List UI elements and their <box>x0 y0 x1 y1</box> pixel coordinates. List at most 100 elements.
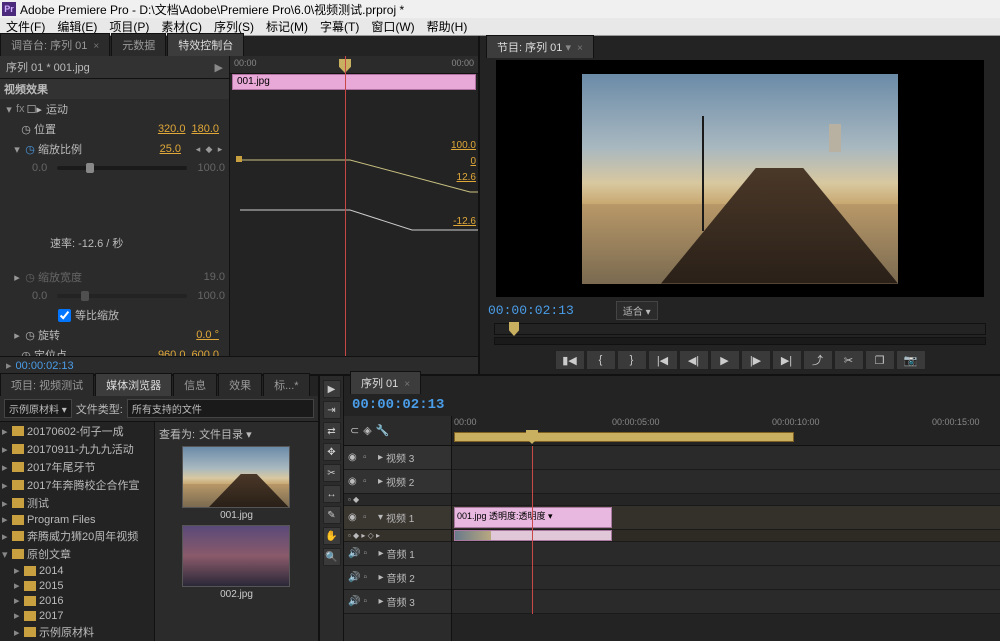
track-select-tool[interactable]: ⇥ <box>323 401 341 419</box>
next-key-icon[interactable]: ▸ <box>215 143 225 155</box>
stopwatch-icon[interactable]: ◷ <box>24 329 36 342</box>
tab-project[interactable]: 项目: 视频测试 <box>0 373 94 396</box>
ec-motion-row[interactable]: ▾ fx ☐▸ 运动 <box>0 99 229 119</box>
menu-marker[interactable]: 标记(M) <box>260 18 314 35</box>
tab-audio-mixer[interactable]: 调音台: 序列 01× <box>0 33 110 56</box>
chevron-down-icon[interactable]: ▾ <box>12 143 22 156</box>
tab-metadata[interactable]: 元数据 <box>111 33 166 56</box>
program-timecode[interactable]: 00:00:02:13 <box>488 303 574 318</box>
speaker-icon[interactable]: 🔊 <box>348 572 360 583</box>
triangle-icon[interactable]: ▸ <box>6 359 12 372</box>
chevron-right-icon[interactable]: ▶ <box>215 61 223 74</box>
folder-item[interactable]: ▾原创文章 <box>0 545 154 563</box>
playhead-icon[interactable] <box>509 322 519 336</box>
folder-item[interactable]: ▸奔腾威力狮20周年视频 <box>0 527 154 545</box>
step-fwd-button[interactable]: |▶ <box>741 350 771 370</box>
close-icon[interactable]: × <box>577 43 583 54</box>
timeline-timecode[interactable]: 00:00:02:13 <box>352 397 444 413</box>
tab-media-browser[interactable]: 媒体浏览器 <box>95 373 172 396</box>
view-mode-combo[interactable]: 文件目录 ▾ <box>199 426 252 442</box>
folder-item[interactable]: ▸2017 <box>0 608 154 623</box>
eye-icon[interactable]: ◉ <box>348 476 360 487</box>
set-out-button[interactable]: } <box>617 350 647 370</box>
tab-sequence[interactable]: 序列 01× <box>350 371 421 394</box>
speaker-icon[interactable]: 🔊 <box>348 596 360 607</box>
selection-tool[interactable]: ▶ <box>323 380 341 398</box>
track-a1-header[interactable]: 🔊▫▸音频 1 <box>344 542 451 566</box>
export-frame-button[interactable]: ❐ <box>865 350 895 370</box>
track-v2-header[interactable]: ◉▫▸视频 2 <box>344 470 451 494</box>
thumbnail-item[interactable]: 001.jpg <box>182 446 292 523</box>
bin-combo[interactable]: 示例原材料 ▾ <box>4 399 72 418</box>
tab-effects[interactable]: 效果 <box>218 373 262 396</box>
prev-key-icon[interactable]: ◂ <box>193 143 203 155</box>
scale-value[interactable]: 25.0 <box>160 143 181 155</box>
folder-item[interactable]: ▸2014 <box>0 563 154 578</box>
timeline-tracks-area[interactable]: 00:00 00:00:05:00 00:00:10:00 00:00:15:0… <box>452 416 1000 641</box>
anchor-x-value[interactable]: 960.0 <box>158 349 186 356</box>
track-a3[interactable] <box>452 590 1000 614</box>
wrench-icon[interactable]: 🔧 <box>376 424 390 437</box>
folder-item[interactable]: ▸示例原材料 <box>0 623 154 641</box>
track-v3[interactable] <box>452 446 1000 470</box>
set-in-button[interactable]: { <box>586 350 616 370</box>
ec-clip-bar[interactable]: 001.jpg <box>232 74 476 90</box>
track-a1[interactable] <box>452 542 1000 566</box>
program-monitor-view[interactable] <box>496 60 984 297</box>
track-v3-header[interactable]: ◉▫▸视频 3 <box>344 446 451 470</box>
menu-help[interactable]: 帮助(H) <box>421 18 474 35</box>
tab-info[interactable]: 信息 <box>173 373 217 396</box>
ec-keyframe-area[interactable]: 00:00 00:00 001.jpg 100.0 0 12.6 -12.6 <box>230 56 478 356</box>
zoom-fit-combo[interactable]: 适合 ▾ <box>616 301 658 320</box>
speaker-icon[interactable]: 🔊 <box>348 548 360 559</box>
program-ruler[interactable] <box>494 323 986 335</box>
tab-markers[interactable]: 标...* <box>263 373 309 396</box>
play-button[interactable]: ▶ <box>710 350 740 370</box>
folder-item[interactable]: ▸Program Files <box>0 512 154 527</box>
close-icon[interactable]: × <box>93 41 99 52</box>
folder-item[interactable]: ▸2017年尾牙节 <box>0 458 154 476</box>
track-v1[interactable]: 001.jpg 透明度:透明度 ▾ <box>452 506 1000 530</box>
stopwatch-icon[interactable]: ◷ <box>20 349 32 357</box>
chevron-right-icon[interactable]: ▸ <box>12 271 22 284</box>
add-key-icon[interactable]: ◆ <box>204 143 214 155</box>
track-v1-header[interactable]: ◉▫▾视频 1 <box>344 506 451 530</box>
folder-item[interactable]: ▸20170602-何子一成 <box>0 422 154 440</box>
filetype-combo[interactable]: 所有支持的文件 <box>127 399 314 418</box>
eye-icon[interactable]: ◉ <box>348 452 360 463</box>
track-a2[interactable] <box>452 566 1000 590</box>
track-v2[interactable] <box>452 470 1000 494</box>
step-back-button[interactable]: ◀| <box>679 350 709 370</box>
folder-tree[interactable]: ▸20170602-何子一成 ▸20170911-九九九活动 ▸2017年尾牙节… <box>0 422 155 641</box>
hand-tool[interactable]: ✋ <box>323 527 341 545</box>
position-y-value[interactable]: 180.0 <box>191 123 219 135</box>
mark-in-button[interactable]: ▮◀ <box>555 350 585 370</box>
folder-item[interactable]: ▸2015 <box>0 578 154 593</box>
extract-button[interactable]: ✂ <box>834 350 864 370</box>
folder-item[interactable]: ▸2017年奔腾校企合作宣 <box>0 476 154 494</box>
track-a3-header[interactable]: 🔊▫▸音频 3 <box>344 590 451 614</box>
track-a2-header[interactable]: 🔊▫▸音频 2 <box>344 566 451 590</box>
eye-icon[interactable]: ◉ <box>348 512 360 523</box>
thumbnail-item[interactable]: 002.jpg <box>182 525 292 602</box>
razor-tool[interactable]: ✂ <box>323 464 341 482</box>
program-scrubber[interactable] <box>494 337 986 345</box>
ec-timecode[interactable]: 00:00:02:13 <box>16 360 74 372</box>
uniform-scale-checkbox[interactable] <box>58 309 71 322</box>
tab-program-monitor[interactable]: 节目: 序列 01 ▾× <box>486 35 594 58</box>
folder-item[interactable]: ▸测试 <box>0 494 154 512</box>
close-icon[interactable]: × <box>404 379 410 390</box>
timeline-ruler[interactable]: 00:00 00:00:05:00 00:00:10:00 00:00:15:0… <box>452 416 1000 446</box>
ripple-tool[interactable]: ⇄ <box>323 422 341 440</box>
stopwatch-icon[interactable]: ◷ <box>24 143 36 156</box>
stopwatch-icon[interactable]: ◷ <box>20 123 32 136</box>
go-in-button[interactable]: |◀ <box>648 350 678 370</box>
stopwatch-icon[interactable]: ◷ <box>24 271 36 284</box>
marker-icon[interactable]: ◈ <box>363 424 371 437</box>
work-area-bar[interactable] <box>454 432 794 442</box>
tab-effect-controls[interactable]: 特效控制台 <box>167 33 244 56</box>
folder-item[interactable]: ▸2016 <box>0 593 154 608</box>
folder-item[interactable]: ▸20170911-九九九活动 <box>0 440 154 458</box>
anchor-y-value[interactable]: 600.0 <box>191 349 219 356</box>
position-x-value[interactable]: 320.0 <box>158 123 186 135</box>
